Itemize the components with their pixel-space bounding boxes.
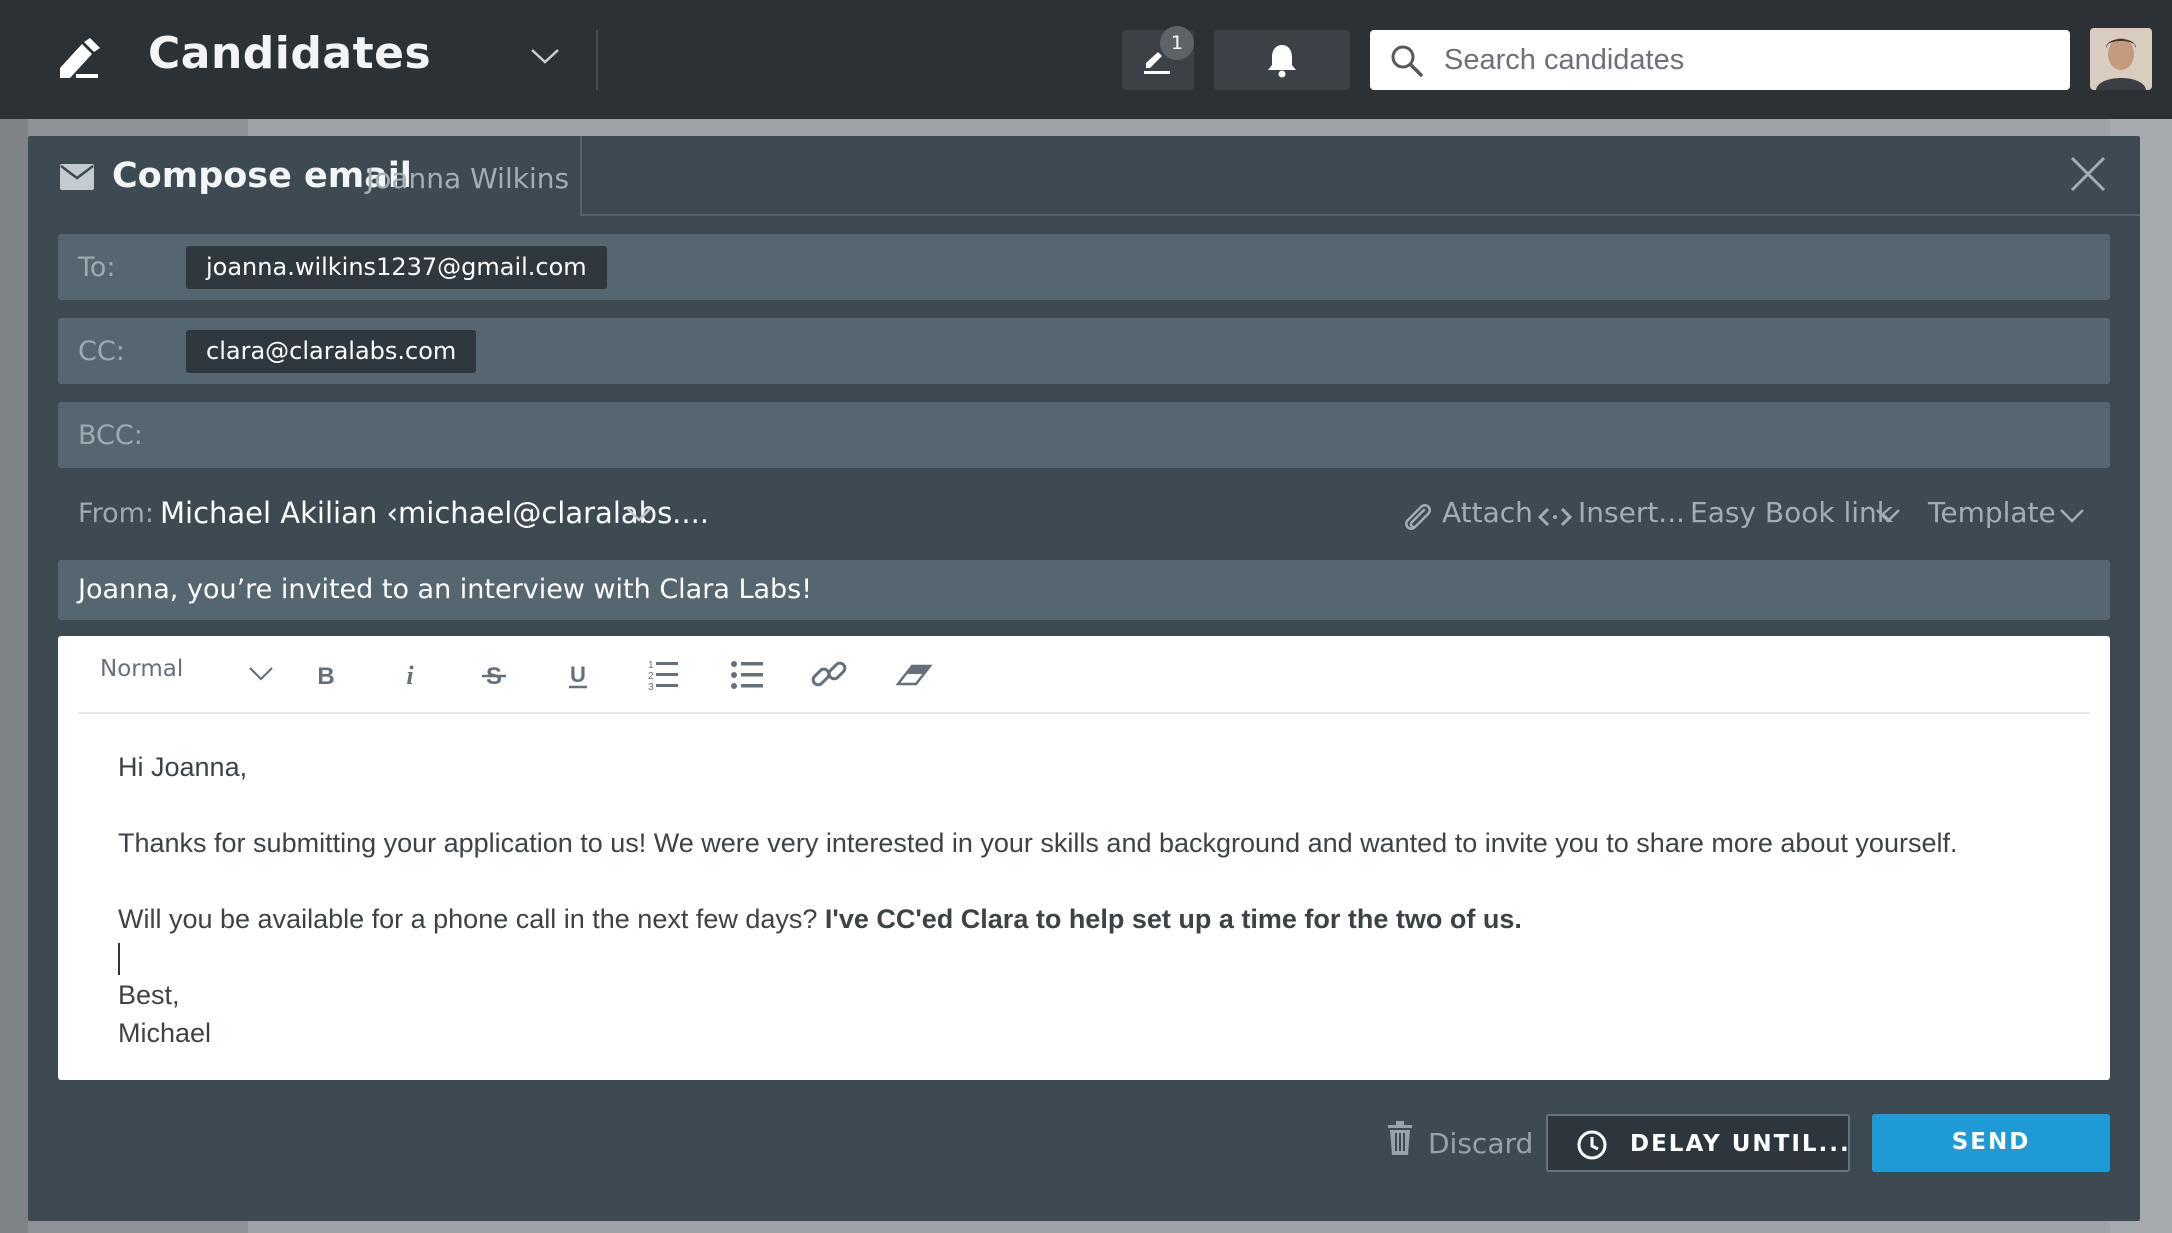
subject-input[interactable]: Joanna, you’re invited to an interview w… xyxy=(78,574,812,605)
chevron-down-icon[interactable] xyxy=(530,44,560,68)
envelope-icon xyxy=(60,164,94,190)
discard-label: Discard xyxy=(1428,1127,1534,1160)
cc-field[interactable]: CC: clara@claralabs.com xyxy=(58,318,2110,384)
svg-text:U: U xyxy=(570,662,586,687)
recipient-name: Joanna Wilkins xyxy=(366,162,570,195)
chevron-down-icon[interactable] xyxy=(1874,506,1902,526)
body-greeting: Hi Joanna, xyxy=(118,752,248,782)
code-icon[interactable] xyxy=(1538,506,1572,528)
tasks-count-badge: 1 xyxy=(1160,26,1194,60)
chevron-down-icon[interactable] xyxy=(2058,506,2086,526)
chevron-down-icon[interactable] xyxy=(624,504,654,524)
send-label: SEND xyxy=(1951,1129,2031,1155)
cc-label: CC: xyxy=(78,336,125,367)
from-label: From: xyxy=(78,498,154,529)
topbar-divider xyxy=(596,30,598,90)
svg-text:3: 3 xyxy=(648,682,654,693)
compose-email-modal: Compose email Joanna Wilkins To: joanna.… xyxy=(28,136,2140,1221)
eraser-icon[interactable] xyxy=(892,654,936,696)
email-body-text[interactable]: Hi Joanna, Thanks for submitting your ap… xyxy=(118,748,2078,1052)
background-page-edge xyxy=(0,119,28,1233)
svg-text:1: 1 xyxy=(648,660,654,671)
bcc-label: BCC: xyxy=(78,420,143,451)
header-underline xyxy=(582,214,2140,216)
modal-header: Compose email Joanna Wilkins xyxy=(28,136,2140,216)
notifications-button[interactable] xyxy=(1214,30,1350,90)
body-paragraph-1: Thanks for submitting your application t… xyxy=(118,828,1958,858)
insert-button[interactable]: Insert... xyxy=(1578,496,1685,529)
body-paragraph-2-text: Will you be available for a phone call i… xyxy=(118,904,825,934)
discard-button[interactable]: Discard xyxy=(1386,1121,1536,1165)
user-avatar[interactable] xyxy=(2090,28,2152,90)
bullet-list-icon[interactable] xyxy=(724,654,768,696)
cc-recipient-chip[interactable]: clara@claralabs.com xyxy=(186,330,477,373)
pencil-logo-icon[interactable] xyxy=(56,38,100,82)
page-title[interactable]: Candidates xyxy=(148,28,431,79)
trash-icon xyxy=(1388,1121,1412,1155)
top-app-bar: Candidates 1 xyxy=(0,0,2172,119)
text-cursor-line xyxy=(118,938,2078,976)
subject-field[interactable]: Joanna, you’re invited to an interview w… xyxy=(58,560,2110,620)
clock-icon xyxy=(1577,1130,1607,1160)
bcc-field[interactable]: BCC: xyxy=(58,402,2110,468)
delay-until-label: DELAY UNTIL... xyxy=(1630,1131,1851,1157)
easy-book-link-button[interactable]: Easy Book link xyxy=(1690,496,1893,529)
link-icon[interactable] xyxy=(808,654,852,696)
bold-icon[interactable]: B xyxy=(304,654,348,696)
text-style-select[interactable]: Normal xyxy=(100,656,183,682)
italic-icon[interactable]: i xyxy=(388,654,432,696)
user-photo-icon xyxy=(2090,28,2152,90)
to-recipient-chip[interactable]: joanna.wilkins1237@gmail.com xyxy=(186,246,607,289)
svg-text:B: B xyxy=(317,663,334,690)
body-paragraph-2-bold: I've CC'ed Clara to help set up a time f… xyxy=(824,904,1522,934)
search-box[interactable] xyxy=(1370,30,2070,90)
to-field[interactable]: To: joanna.wilkins1237@gmail.com xyxy=(58,234,2110,300)
body-paragraph-2: Will you be available for a phone call i… xyxy=(118,900,2078,938)
attach-button[interactable]: Attach xyxy=(1442,496,1533,529)
svg-text:2: 2 xyxy=(648,671,654,682)
to-label: To: xyxy=(78,252,116,283)
svg-text:i: i xyxy=(406,661,414,690)
search-icon xyxy=(1391,45,1423,77)
body-signature: Michael xyxy=(118,1018,212,1048)
ordered-list-icon[interactable]: 1 2 3 xyxy=(640,654,684,696)
chevron-down-icon[interactable] xyxy=(248,666,274,682)
toolbar-separator xyxy=(78,712,2090,714)
strikethrough-icon[interactable]: S xyxy=(472,654,516,696)
header-tab-edge xyxy=(580,136,582,216)
close-icon[interactable] xyxy=(2068,154,2108,194)
delay-until-button[interactable]: DELAY UNTIL... xyxy=(1546,1114,1850,1172)
bell-icon xyxy=(1268,45,1296,78)
paperclip-icon[interactable] xyxy=(1400,500,1434,534)
search-input[interactable] xyxy=(1444,38,2044,82)
body-signoff: Best, xyxy=(118,980,180,1010)
send-button[interactable]: SEND xyxy=(1872,1114,2110,1172)
text-cursor xyxy=(118,942,120,975)
underline-icon[interactable]: U xyxy=(556,654,600,696)
template-button[interactable]: Template xyxy=(1928,496,2056,529)
email-body-editor[interactable]: Normal B i S U 1 2 3 Hi Joanna, Thanks f… xyxy=(58,636,2110,1080)
